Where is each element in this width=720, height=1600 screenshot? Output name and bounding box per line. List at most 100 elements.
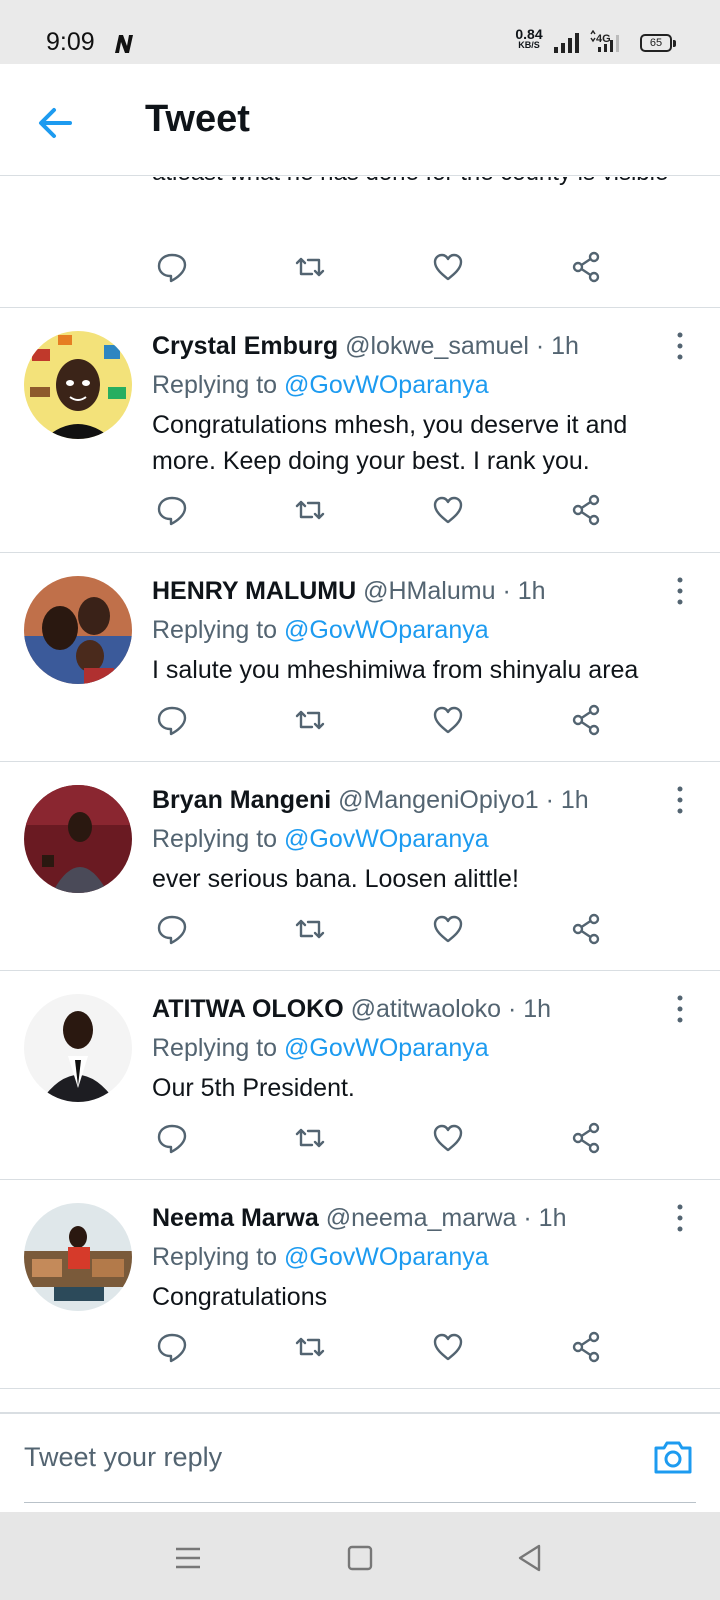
author-name[interactable]: HENRY MALUMU bbox=[152, 577, 356, 605]
status-time: 9:09 bbox=[46, 28, 95, 56]
like-icon[interactable] bbox=[426, 698, 470, 742]
reply-meta: ATITWA OLOKO @atitwaoloko · 1h bbox=[152, 992, 652, 1026]
reply-item[interactable]: Neema Marwa @neema_marwa · 1h Replying t… bbox=[0, 1180, 720, 1389]
network-speed-value: 0.84 bbox=[515, 26, 543, 42]
network-speed: 0.84 KB/S bbox=[510, 26, 548, 51]
tweet-time: · 1h bbox=[545, 786, 589, 814]
reply-meta: Bryan Mangeni @MangeniOpiyo1 · 1h bbox=[152, 783, 652, 817]
replying-prefix: Replying to bbox=[152, 825, 278, 853]
like-icon[interactable] bbox=[426, 1116, 470, 1160]
status-bar: 9:09 0.84 KB/S 4G 65 bbox=[0, 0, 720, 64]
more-options-icon[interactable] bbox=[672, 1202, 688, 1234]
input-underline bbox=[24, 1502, 696, 1503]
author-handle: @lokwe_samuel bbox=[345, 332, 529, 360]
reply-item[interactable]: Bryan Mangeni @MangeniOpiyo1 · 1h Replyi… bbox=[0, 762, 720, 971]
reply-icon[interactable] bbox=[150, 1325, 194, 1369]
avatar[interactable] bbox=[24, 785, 132, 893]
app-header: Tweet bbox=[0, 64, 720, 176]
reply-icon[interactable] bbox=[150, 1116, 194, 1160]
tweet-text: Congratulations mhesh, you deserve it an… bbox=[152, 411, 628, 475]
tweet-actions bbox=[152, 488, 622, 532]
author-name[interactable]: Crystal Emburg bbox=[152, 332, 338, 360]
author-name[interactable]: Neema Marwa bbox=[152, 1204, 319, 1232]
retweet-icon[interactable] bbox=[288, 698, 332, 742]
replying-to: Replying to @GovWOparanya bbox=[152, 1031, 489, 1065]
partial-tweet-text: atleast what he has done for the county … bbox=[152, 177, 682, 191]
more-options-icon[interactable] bbox=[672, 330, 688, 362]
mention-link[interactable]: @GovWOparanya bbox=[284, 1243, 489, 1271]
reply-composer bbox=[0, 1412, 720, 1512]
share-icon[interactable] bbox=[564, 1325, 608, 1369]
author-handle: @neema_marwa bbox=[325, 1204, 517, 1232]
author-handle: @MangeniOpiyo1 bbox=[338, 786, 539, 814]
reply-item[interactable]: HENRY MALUMU @HMalumu · 1h Replying to @… bbox=[0, 553, 720, 762]
camera-icon[interactable] bbox=[650, 1434, 696, 1480]
tweet-text: Congratulations bbox=[152, 1283, 328, 1311]
reply-meta: Neema Marwa @neema_marwa · 1h bbox=[152, 1201, 652, 1235]
tweet-actions bbox=[152, 1325, 622, 1369]
more-options-icon[interactable] bbox=[672, 575, 688, 607]
replying-prefix: Replying to bbox=[152, 371, 278, 399]
reply-feed[interactable]: atleast what he has done for the county … bbox=[0, 177, 720, 1412]
share-icon[interactable] bbox=[564, 245, 608, 289]
mention-link[interactable]: @GovWOparanya bbox=[284, 825, 489, 853]
page-title: Tweet bbox=[145, 98, 250, 140]
reply-meta: HENRY MALUMU @HMalumu · 1h bbox=[152, 574, 652, 608]
reply-input[interactable] bbox=[24, 1434, 614, 1480]
mention-link[interactable]: @GovWOparanya bbox=[284, 1034, 489, 1062]
signal-icon bbox=[554, 33, 579, 53]
author-name[interactable]: ATITWA OLOKO bbox=[152, 995, 344, 1023]
back-triangle-icon[interactable] bbox=[512, 1540, 548, 1576]
signal-4g-icon: 4G bbox=[590, 30, 619, 52]
avatar[interactable] bbox=[24, 331, 132, 439]
replying-to: Replying to @GovWOparanya bbox=[152, 822, 489, 856]
reply-item[interactable]: ATITWA OLOKO @atitwaoloko · 1h Replying … bbox=[0, 971, 720, 1180]
mention-link[interactable]: @GovWOparanya bbox=[284, 371, 489, 399]
reply-icon[interactable] bbox=[150, 245, 194, 289]
reply-item[interactable]: Crystal Emburg @lokwe_samuel · 1h Replyi… bbox=[0, 308, 720, 553]
replying-prefix: Replying to bbox=[152, 1243, 278, 1271]
tweet-text: I salute you mheshimiwa from shinyalu ar… bbox=[152, 656, 639, 684]
retweet-icon[interactable] bbox=[288, 488, 332, 532]
more-options-icon[interactable] bbox=[672, 784, 688, 816]
tweet-time: · 1h bbox=[523, 1204, 567, 1232]
notification-n-icon bbox=[115, 35, 133, 53]
mention-link[interactable]: @GovWOparanya bbox=[284, 616, 489, 644]
tweet-actions bbox=[152, 698, 622, 742]
author-handle: @HMalumu bbox=[363, 577, 496, 605]
share-icon[interactable] bbox=[564, 1116, 608, 1160]
share-icon[interactable] bbox=[564, 698, 608, 742]
network-type-label: 4G bbox=[596, 33, 611, 45]
retweet-icon[interactable] bbox=[288, 1116, 332, 1160]
avatar[interactable] bbox=[24, 1203, 132, 1311]
author-name[interactable]: Bryan Mangeni bbox=[152, 786, 331, 814]
retweet-icon[interactable] bbox=[288, 245, 332, 289]
back-arrow-icon[interactable] bbox=[30, 98, 80, 148]
tweet-actions bbox=[152, 245, 622, 289]
tweet-text: Our 5th President. bbox=[152, 1074, 355, 1102]
avatar[interactable] bbox=[24, 576, 132, 684]
menu-icon[interactable] bbox=[170, 1540, 206, 1576]
like-icon[interactable] bbox=[426, 488, 470, 532]
like-icon[interactable] bbox=[426, 907, 470, 951]
replying-prefix: Replying to bbox=[152, 616, 278, 644]
system-nav-bar bbox=[0, 1512, 720, 1600]
tweet-time: · 1h bbox=[502, 577, 546, 605]
like-icon[interactable] bbox=[426, 245, 470, 289]
reply-icon[interactable] bbox=[150, 698, 194, 742]
tweet-text: ever serious bana. Loosen alittle! bbox=[152, 865, 519, 893]
share-icon[interactable] bbox=[564, 907, 608, 951]
home-square-icon[interactable] bbox=[342, 1540, 378, 1576]
more-options-icon[interactable] bbox=[672, 993, 688, 1025]
replying-to: Replying to @GovWOparanya bbox=[152, 368, 489, 402]
partial-tweet[interactable]: atleast what he has done for the county … bbox=[0, 177, 720, 308]
avatar[interactable] bbox=[24, 994, 132, 1102]
retweet-icon[interactable] bbox=[288, 907, 332, 951]
retweet-icon[interactable] bbox=[288, 1325, 332, 1369]
share-icon[interactable] bbox=[564, 488, 608, 532]
tweet-actions bbox=[152, 1116, 622, 1160]
reply-icon[interactable] bbox=[150, 488, 194, 532]
tweet-actions bbox=[152, 907, 622, 951]
reply-icon[interactable] bbox=[150, 907, 194, 951]
like-icon[interactable] bbox=[426, 1325, 470, 1369]
